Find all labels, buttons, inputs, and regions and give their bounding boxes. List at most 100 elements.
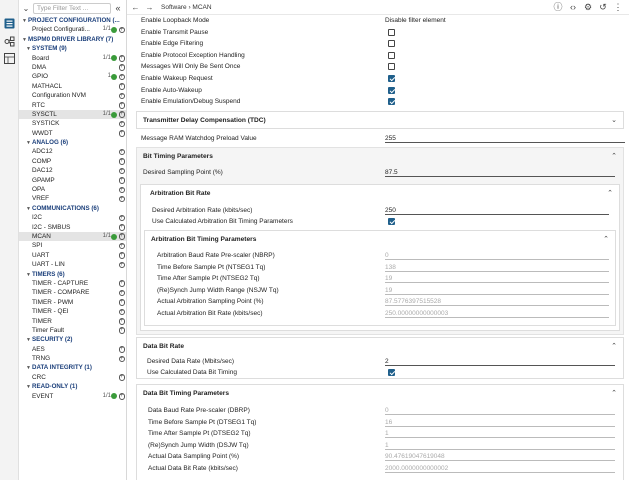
setting-checkbox[interactable] [388,51,395,59]
add-icon[interactable]: + [118,233,125,240]
tree-category[interactable]: ▼DATA INTEGRITY (1) [19,363,126,372]
tree-category[interactable]: ▼SYSTEM (9) [19,44,126,53]
data-calc-checkbox[interactable] [388,369,395,376]
tree-item[interactable]: TIMER - PWM + [19,298,126,307]
back-arrow-icon[interactable]: ← [130,3,141,12]
setting-checkbox[interactable] [388,75,395,82]
add-icon[interactable]: + [118,224,125,231]
more-icon[interactable]: ⋮ [613,2,623,12]
tree-item[interactable]: TRNG + [19,354,126,363]
tree-item[interactable]: COMP + [19,157,126,166]
add-icon[interactable]: + [118,64,125,71]
tree-item[interactable]: CRC + [19,373,126,382]
add-icon[interactable]: + [118,355,125,363]
tree-item[interactable]: RTC + [19,101,126,110]
data-rate-field[interactable]: 2 [385,356,615,366]
board-icon[interactable] [4,53,15,64]
components-icon[interactable] [4,36,15,47]
forward-arrow-icon[interactable]: → [144,3,155,12]
chevron-up-icon[interactable]: ⌃ [611,385,617,403]
tree-item[interactable]: I2C - SMBUS + [19,223,126,232]
tdc-section[interactable]: Transmitter Delay Compensation (TDC) ⌄ [136,111,624,129]
tree-item[interactable]: I2C + [19,213,126,222]
history-icon[interactable]: ↺ [598,2,608,12]
add-icon[interactable]: + [118,242,125,250]
add-icon[interactable]: + [118,92,125,100]
add-icon[interactable]: + [118,318,125,325]
tree-item[interactable]: TIMER - COMPARE + [19,288,126,297]
config-icon[interactable] [4,18,15,29]
collapse-sidebar-icon[interactable]: « [111,3,125,13]
tree-item[interactable]: Timer Fault + [19,326,126,335]
tree-item[interactable]: AES + [19,345,126,354]
arb-rate-field[interactable]: 250 [385,205,609,215]
setting-checkbox[interactable] [388,86,395,94]
arb-calc-checkbox[interactable] [388,218,395,225]
tree-category[interactable]: ▼MSPM0 DRIVER LIBRARY (7) [19,35,126,44]
tree-item[interactable]: WWDT + [19,129,126,138]
setting-checkbox[interactable] [388,98,395,106]
add-icon[interactable]: + [118,186,125,194]
add-icon[interactable]: + [118,280,125,287]
add-icon[interactable]: + [118,177,125,184]
tree-category[interactable]: ▼PROJECT CONFIGURATION (... [19,16,126,25]
setting-select[interactable]: Disable filter element [385,15,446,26]
add-icon[interactable]: + [118,73,125,81]
tree-item[interactable]: OPA + [19,185,126,194]
add-icon[interactable]: + [118,83,125,90]
chevron-up-icon[interactable]: ⌃ [607,185,613,203]
chevron-down-icon[interactable]: ⌄ [611,112,617,130]
setting-checkbox[interactable] [388,40,395,48]
add-icon[interactable]: + [118,214,125,222]
tree-category[interactable]: ▼ANALOG (6) [19,138,126,147]
tree-item[interactable]: VREF + [19,194,126,203]
tree-item[interactable]: SYSCTL 1/1 + [19,109,126,120]
breadcrumb[interactable]: Software › MCAN [161,4,212,11]
tree-category[interactable]: ▼READ-ONLY (1) [19,382,126,391]
tree-item[interactable]: MCAN 1/1 + [19,231,126,242]
add-icon[interactable]: + [118,167,125,175]
add-icon[interactable]: + [118,327,125,334]
tree-item[interactable]: TIMER - CAPTURE + [19,279,126,288]
add-icon[interactable]: + [118,130,125,137]
chevron-up-icon[interactable]: ⌃ [611,148,617,166]
tree-item[interactable]: Project Configurati... 1/1 + [19,25,126,34]
tree-category[interactable]: ▼COMMUNICATIONS (6) [19,204,126,213]
tree-item[interactable]: DMA + [19,63,126,72]
chevron-up-icon[interactable]: ⌃ [603,231,609,249]
add-icon[interactable]: + [118,111,125,118]
add-icon[interactable]: + [118,289,125,297]
tree-item[interactable]: MATHACL + [19,82,126,91]
tree-item[interactable]: UART - LIN + [19,260,126,269]
add-icon[interactable]: + [118,346,125,353]
tree-item[interactable]: EVENT 1/1 + [19,392,126,401]
add-icon[interactable]: + [118,374,125,381]
tree-item[interactable]: DAC12 + [19,166,126,175]
tree-item[interactable]: SPI + [19,241,126,250]
tree-item[interactable]: Configuration NVM + [19,91,126,100]
add-icon[interactable]: + [118,26,125,34]
tree-item[interactable]: TIMER + [19,317,126,326]
tree-category[interactable]: ▼TIMERS (6) [19,270,126,279]
add-icon[interactable]: + [118,393,125,400]
add-icon[interactable]: + [118,158,125,165]
filter-input[interactable]: Type Filter Text ... [33,2,111,14]
tree-item[interactable]: SYSTICK + [19,119,126,128]
add-icon[interactable]: + [118,55,125,62]
gear-icon[interactable]: ⚙ [583,2,593,12]
watchdog-field[interactable]: 255 [385,133,625,143]
expand-all-icon[interactable]: ⌄ [19,4,33,13]
add-icon[interactable]: + [118,120,125,128]
tree-item[interactable]: GPIO 1 + [19,72,126,81]
add-icon[interactable]: + [118,261,125,269]
code-icon[interactable]: ‹› [568,2,578,12]
tree-item[interactable]: ADC12 + [19,147,126,156]
tree-item[interactable]: Board 1/1 + [19,54,126,63]
add-icon[interactable]: + [118,299,125,306]
add-icon[interactable]: + [118,195,125,203]
add-icon[interactable]: + [118,148,125,156]
tree-category[interactable]: ▼SECURITY (2) [19,335,126,344]
setting-checkbox[interactable] [388,28,395,36]
tree-item[interactable]: UART + [19,251,126,260]
sampling-field[interactable]: 87.5 [385,167,615,177]
